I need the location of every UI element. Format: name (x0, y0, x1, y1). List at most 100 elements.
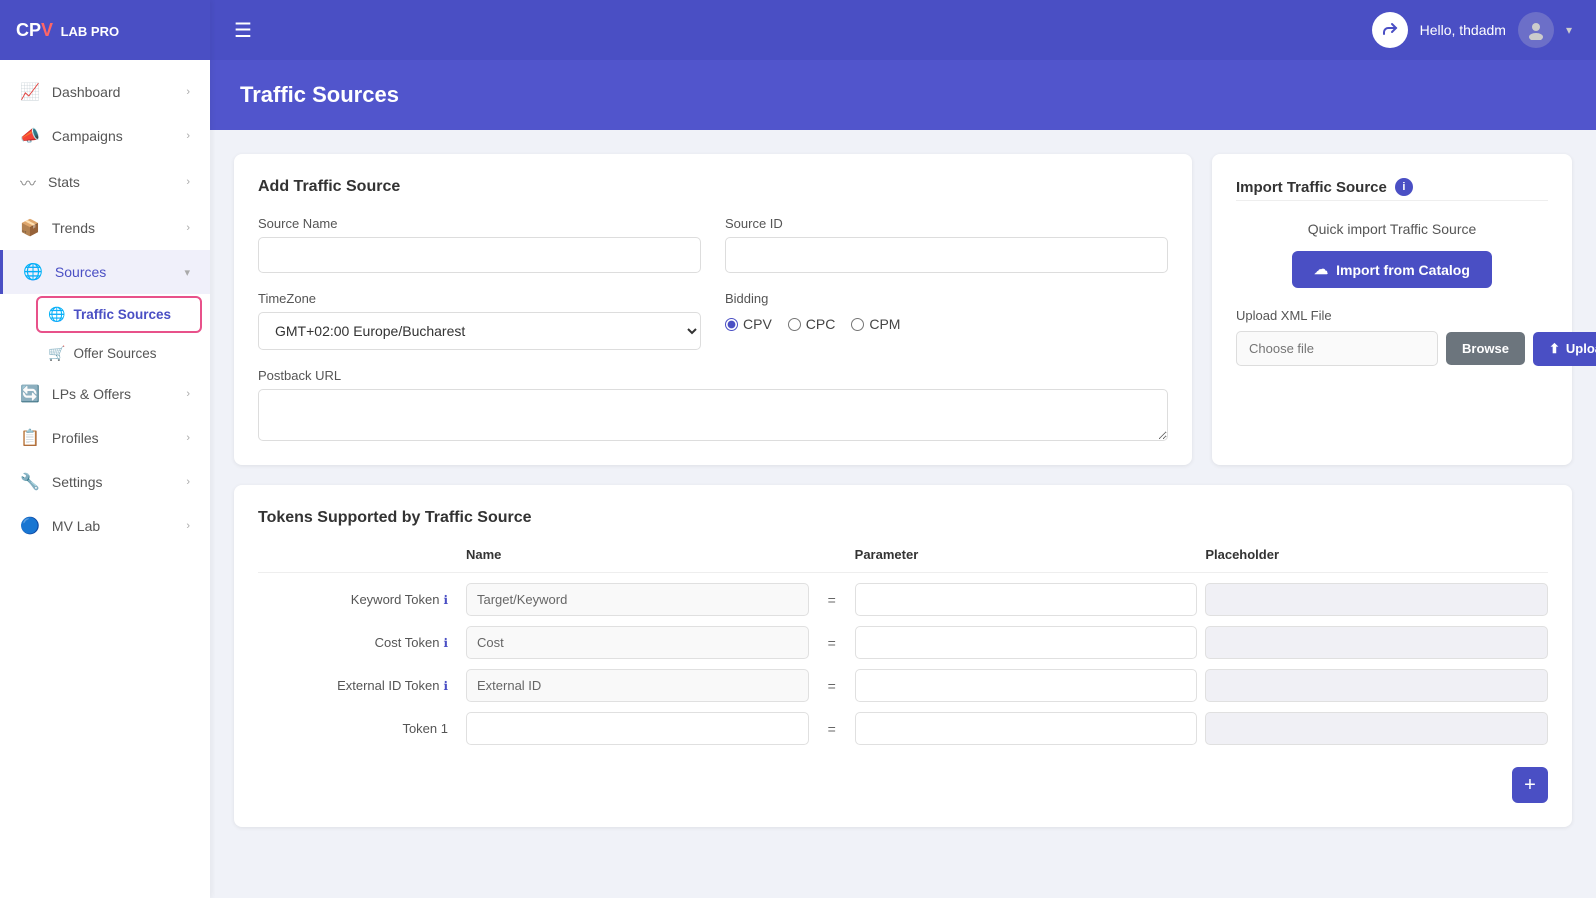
postback-url-textarea[interactable] (258, 389, 1168, 441)
upload-xml-section: Upload XML File Browse ⬆ Upload (1236, 308, 1548, 366)
th-placeholder: Placeholder (1205, 547, 1548, 562)
upload-btn-label: Upload (1566, 341, 1596, 356)
sidebar-item-label: Sources (55, 264, 106, 280)
bidding-cpc-label[interactable]: CPC (788, 316, 836, 332)
sidebar-nav: 📈 Dashboard › 📣 Campaigns › 〰 Stats › 📦 … (0, 60, 210, 898)
chevron-icon: › (186, 476, 190, 488)
keyword-token-equals: = (817, 592, 847, 608)
sidebar-logo: CPV LAB PRO (0, 0, 210, 60)
bidding-cpm-radio[interactable] (851, 318, 864, 331)
keyword-token-name-input[interactable] (466, 583, 809, 616)
import-info-icon[interactable]: i (1395, 178, 1413, 196)
bidding-group: Bidding CPV CPC CPM (725, 291, 1168, 350)
chevron-icon: › (186, 130, 190, 142)
chevron-down-icon: ▾ (184, 266, 190, 279)
sidebar-item-settings[interactable]: 🔧 Settings › (0, 460, 210, 504)
external-id-token-url-input[interactable] (1205, 669, 1548, 702)
sidebar-item-traffic-sources[interactable]: 🌐 Traffic Sources (36, 296, 202, 333)
divider (1236, 200, 1548, 201)
sidebar-item-label: Dashboard (52, 84, 121, 100)
bidding-cpv-label[interactable]: CPV (725, 316, 772, 332)
topbar: ☰ Hello, thdadm ▾ (210, 0, 1596, 60)
bidding-cpv-radio[interactable] (725, 318, 738, 331)
sidebar-item-offer-sources[interactable]: 🛒 Offer Sources (0, 335, 210, 372)
topbar-chevron[interactable]: ▾ (1566, 23, 1572, 37)
tokens-header: Name Parameter Placeholder (258, 547, 1548, 573)
chevron-icon: › (186, 520, 190, 532)
import-traffic-source-card: Import Traffic Source i Quick import Tra… (1212, 154, 1572, 465)
topbar-greeting: Hello, thdadm (1420, 22, 1506, 38)
import-catalog-btn-label: Import from Catalog (1336, 262, 1470, 278)
sidebar-item-stats[interactable]: 〰 Stats › (0, 158, 210, 206)
token1-url-input[interactable] (1205, 712, 1548, 745)
cloud-icon: ☁ (1314, 261, 1328, 278)
browse-button[interactable]: Browse (1446, 332, 1525, 365)
bidding-label: Bidding (725, 291, 1168, 306)
chevron-icon: › (186, 432, 190, 444)
upload-row: Browse ⬆ Upload (1236, 331, 1548, 366)
bidding-cpc-radio[interactable] (788, 318, 801, 331)
sidebar-item-label: Trends (52, 220, 95, 236)
sidebar-item-label: LPs & Offers (52, 386, 131, 402)
tokens-card: Tokens Supported by Traffic Source Name … (234, 485, 1572, 827)
table-row: External ID Token ℹ = (258, 669, 1548, 702)
token1-equals: = (817, 721, 847, 737)
sidebar-item-campaigns[interactable]: 📣 Campaigns › (0, 114, 210, 158)
sidebar-item-dashboard[interactable]: 📈 Dashboard › (0, 70, 210, 114)
postback-url-label: Postback URL (258, 368, 1168, 383)
keyword-token-parameter-input[interactable] (855, 583, 1198, 616)
cost-token-parameter-input[interactable] (855, 626, 1198, 659)
sidebar-item-sources[interactable]: 🌐 Sources ▾ (0, 250, 210, 294)
th-empty (258, 547, 458, 562)
import-from-catalog-button[interactable]: ☁ Import from Catalog (1292, 251, 1492, 288)
external-id-token-parameter-input[interactable] (855, 669, 1198, 702)
external-id-token-name-input[interactable] (466, 669, 809, 702)
topbar-link-icon[interactable] (1372, 12, 1408, 48)
keyword-token-url-input[interactable] (1205, 583, 1548, 616)
token1-label: Token 1 (258, 721, 458, 736)
external-id-token-info-icon[interactable]: ℹ (443, 679, 448, 693)
timezone-select[interactable]: GMT+02:00 Europe/Bucharest GMT+00:00 UTC… (258, 312, 701, 350)
upload-button[interactable]: ⬆ Upload (1533, 332, 1596, 366)
source-id-input[interactable] (725, 237, 1168, 273)
source-name-group: Source Name (258, 216, 701, 273)
traffic-sources-icon: 🌐 (48, 306, 65, 323)
table-row: Cost Token ℹ = (258, 626, 1548, 659)
timezone-bidding-row: TimeZone GMT+02:00 Europe/Bucharest GMT+… (258, 291, 1168, 350)
sidebar-item-label: Stats (48, 174, 80, 190)
cost-token-info-icon[interactable]: ℹ (443, 636, 448, 650)
sidebar-item-profiles[interactable]: 📋 Profiles › (0, 416, 210, 460)
page-title-bar: Traffic Sources (210, 60, 1596, 130)
import-title-text: Import Traffic Source (1236, 179, 1387, 196)
hamburger-menu-button[interactable]: ☰ (234, 18, 252, 43)
th-name: Name (466, 547, 809, 562)
keyword-token-info-icon[interactable]: ℹ (443, 593, 448, 607)
sidebar-item-lps-offers[interactable]: 🔄 LPs & Offers › (0, 372, 210, 416)
token1-parameter-input[interactable] (855, 712, 1198, 745)
file-name-input[interactable] (1236, 331, 1438, 366)
chevron-icon: › (186, 86, 190, 98)
add-row-container: + (258, 757, 1548, 803)
upload-icon: ⬆ (1549, 341, 1560, 357)
add-form-title: Add Traffic Source (258, 178, 1168, 196)
page-title: Traffic Sources (240, 82, 399, 107)
table-row: Keyword Token ℹ = (258, 583, 1548, 616)
sidebar-item-trends[interactable]: 📦 Trends › (0, 206, 210, 250)
th-parameter: Parameter (855, 547, 1198, 562)
cost-token-url-input[interactable] (1205, 626, 1548, 659)
cost-token-name-input[interactable] (466, 626, 809, 659)
campaigns-icon: 📣 (20, 126, 40, 146)
add-token-row-button[interactable]: + (1512, 767, 1548, 803)
topbar-avatar[interactable] (1518, 12, 1554, 48)
token1-name-input[interactable] (466, 712, 809, 745)
main-wrapper: ☰ Hello, thdadm ▾ Traffic Sources (210, 0, 1596, 898)
offer-sources-icon: 🛒 (48, 345, 65, 362)
bidding-cpm-label[interactable]: CPM (851, 316, 900, 332)
source-id-label: Source ID (725, 216, 1168, 231)
profiles-icon: 📋 (20, 428, 40, 448)
mv-lab-icon: 🔵 (20, 516, 40, 536)
sidebar-item-mv-lab[interactable]: 🔵 MV Lab › (0, 504, 210, 548)
avatar-icon (1526, 20, 1546, 40)
source-name-input[interactable] (258, 237, 701, 273)
lps-offers-icon: 🔄 (20, 384, 40, 404)
